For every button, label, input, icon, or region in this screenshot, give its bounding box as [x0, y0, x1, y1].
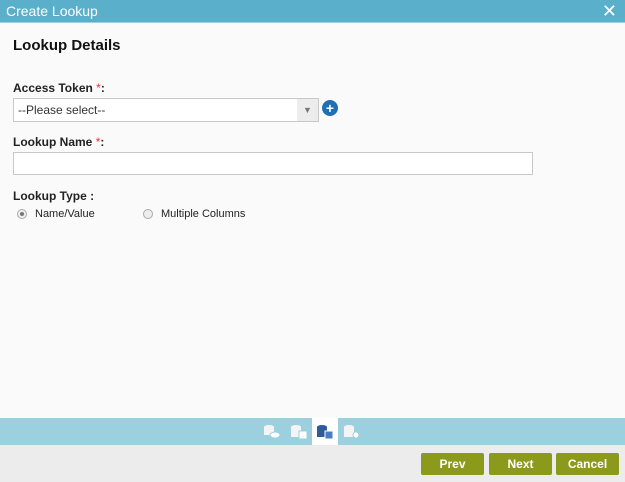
radio-label: Multiple Columns — [161, 208, 246, 220]
step-database-table-icon[interactable] — [286, 418, 312, 445]
cancel-button[interactable]: Cancel — [556, 453, 619, 475]
radio-button[interactable] — [17, 209, 27, 219]
lookup-type-label: Lookup Type : — [13, 189, 94, 203]
wizard-steps — [0, 418, 625, 445]
label-text: Access Token — [13, 81, 93, 95]
radio-multiple-columns[interactable]: Multiple Columns — [143, 208, 245, 220]
access-token-select[interactable]: --Please select-- ▼ — [13, 98, 319, 122]
access-token-value: --Please select-- — [18, 103, 106, 117]
radio-name-value[interactable]: Name/Value — [17, 208, 95, 220]
lookup-name-input[interactable] — [13, 152, 533, 175]
close-icon[interactable]: ✕ — [602, 2, 617, 20]
dialog-title: Create Lookup — [6, 3, 98, 19]
radio-button[interactable] — [143, 209, 153, 219]
access-token-label: Access Token *: — [13, 81, 105, 95]
label-text: Lookup Type — [13, 189, 87, 203]
colon: : — [100, 135, 105, 149]
prev-button[interactable]: Prev — [421, 453, 484, 475]
step-database-columns-icon[interactable] — [312, 418, 338, 445]
step-database-icon[interactable] — [259, 418, 285, 445]
colon: : — [100, 81, 105, 95]
colon: : — [90, 189, 95, 203]
radio-label: Name/Value — [35, 208, 95, 220]
dialog-footer: Prev Next Cancel — [0, 445, 625, 482]
label-text: Lookup Name — [13, 135, 93, 149]
chevron-down-icon[interactable]: ▼ — [297, 99, 318, 121]
next-button[interactable]: Next — [489, 453, 552, 475]
step-database-settings-icon[interactable] — [339, 418, 365, 445]
section-title: Lookup Details — [13, 37, 121, 54]
dialog-titlebar: Create Lookup ✕ — [0, 0, 625, 23]
lookup-name-label: Lookup Name *: — [13, 135, 104, 149]
add-access-token-icon[interactable]: + — [322, 100, 338, 116]
